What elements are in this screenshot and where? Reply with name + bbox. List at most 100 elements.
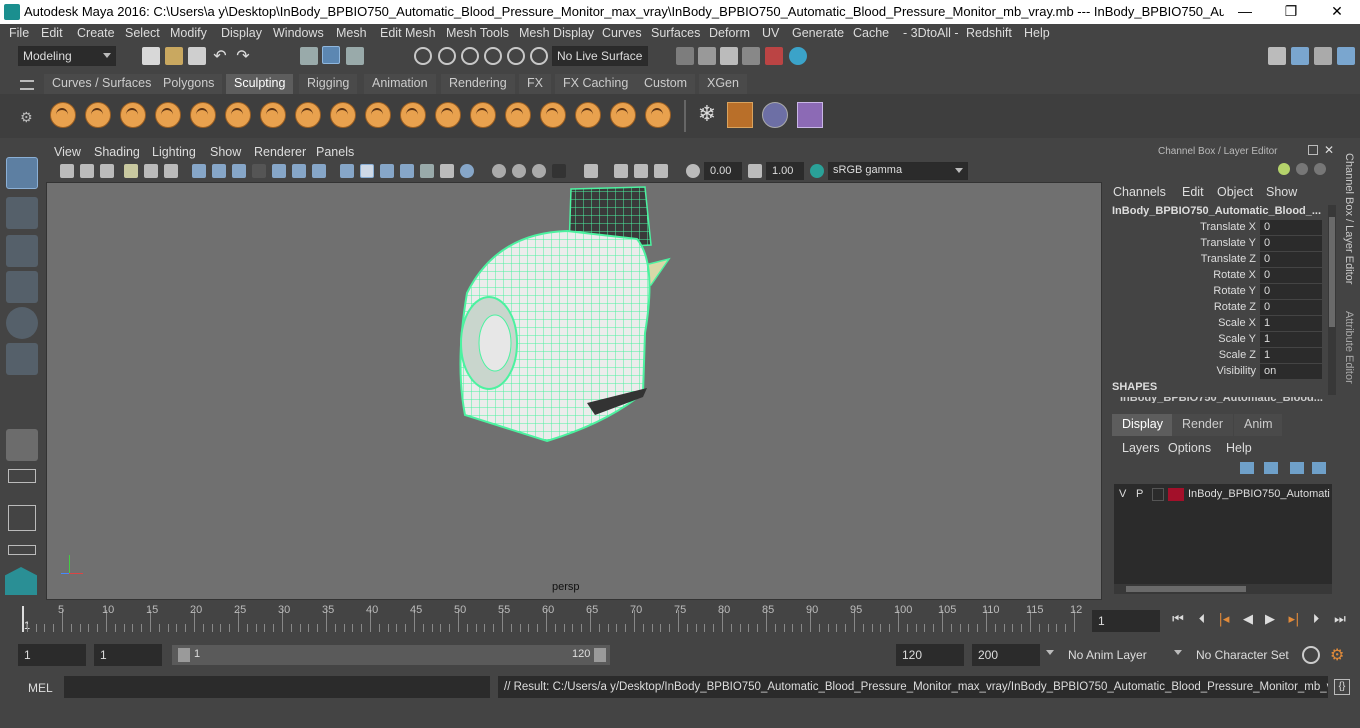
menu-mesh-tools[interactable]: Mesh Tools [446,26,509,40]
snap-grid-icon[interactable] [414,47,432,65]
viewport-menu-lighting[interactable]: Lighting [152,145,196,159]
exposure-icon[interactable] [686,164,700,178]
new-layer-selected-icon[interactable] [1312,462,1326,474]
play-backwards-icon[interactable]: ◀ [1240,612,1256,628]
frame-all-icon[interactable] [654,164,668,178]
shelf-tab-custom[interactable]: Custom [636,74,696,94]
shelf-tab-fx[interactable]: FX [519,74,551,94]
ambient-occlusion-icon[interactable] [512,164,526,178]
snap-point-icon[interactable] [461,47,479,65]
range-end-handle[interactable] [594,648,606,662]
menu-edit-mesh[interactable]: Edit Mesh [380,26,436,40]
show-menu[interactable]: Show [1266,185,1297,199]
gamma-field[interactable]: 1.00 [766,162,804,180]
camera-attributes-icon[interactable] [80,164,94,178]
step-back-frame-icon[interactable]: ⏴ [1194,612,1210,628]
playback-start-field[interactable]: 1 [94,644,162,666]
fill-tool-icon[interactable] [470,102,496,128]
script-language-label[interactable]: MEL [28,681,53,695]
menu-file[interactable]: File [9,26,29,40]
shelf-tab-rigging[interactable]: Rigging [299,74,358,94]
isolate-select-icon[interactable] [492,164,506,178]
tab-display[interactable]: Display [1112,414,1173,436]
menu-generate[interactable]: Generate [792,26,844,40]
menu-edit[interactable]: Edit [41,26,63,40]
rotate-tool-icon[interactable] [6,307,38,339]
go-to-end-icon[interactable]: ⏭ [1332,612,1348,628]
bookmark-icon[interactable] [100,164,114,178]
attr-scale-z[interactable]: Scale Z1 [1106,348,1328,364]
move-tool-icon[interactable] [6,271,38,303]
viewport-menu-show[interactable]: Show [210,145,241,159]
convert-to-frozen-icon[interactable] [727,102,753,128]
safe-title-icon[interactable] [312,164,326,178]
character-set-dropdown[interactable]: No Character Set [1190,644,1294,666]
anim-layer-chevron-icon[interactable] [1046,650,1054,655]
freeze-snowflake-icon[interactable]: ❄ [694,102,720,128]
wireframe-icon[interactable] [340,164,354,178]
channels-menu[interactable]: Channels [1113,185,1166,199]
smooth-tool-icon[interactable] [85,102,111,128]
menu-display[interactable]: Display [221,26,262,40]
options-menu[interactable]: Options [1168,441,1211,455]
menu-redshift[interactable]: Redshift [966,26,1012,40]
step-forward-key-icon[interactable]: ▸| [1286,612,1302,628]
motion-blur-icon[interactable] [532,164,546,178]
camera-icon[interactable] [60,164,74,178]
select-component-icon[interactable] [346,47,364,65]
new-scene-icon[interactable] [142,47,160,65]
render-settings-icon[interactable] [676,47,694,65]
viewport-menu-view[interactable]: View [54,145,81,159]
render-view-icon[interactable] [742,47,760,65]
shelf-tab-rendering[interactable]: Rendering [441,74,515,94]
key-icon[interactable] [1278,163,1290,175]
color-management-icon[interactable] [810,164,824,178]
scale-tool-icon[interactable] [6,343,38,375]
knife-tool-icon[interactable] [505,102,531,128]
play-forwards-icon[interactable]: ▶ [1262,612,1278,628]
render-frame-icon[interactable] [698,47,716,65]
grid-display-icon[interactable] [192,164,206,178]
attr-translate-y[interactable]: Translate Y0 [1106,236,1328,252]
attr-rotate-x[interactable]: Rotate X0 [1106,268,1328,284]
shelf-tab-animation[interactable]: Animation [364,74,436,94]
float-panel-icon[interactable] [1308,145,1318,155]
character-set-chevron-icon[interactable] [1174,650,1182,655]
menu-modify[interactable]: Modify [170,26,207,40]
menu-windows[interactable]: Windows [273,26,324,40]
viewport-menu-shading[interactable]: Shading [94,145,140,159]
foamy-tool-icon[interactable] [260,102,286,128]
depth-of-field-icon[interactable] [584,164,598,178]
attribute-editor-icon[interactable] [1291,47,1309,65]
layer-help-menu[interactable]: Help [1226,441,1252,455]
tool-settings-icon[interactable] [1314,47,1332,65]
anti-aliasing-icon[interactable] [552,164,566,178]
tab-render[interactable]: Render [1172,414,1233,436]
use-all-lights-icon[interactable] [420,164,434,178]
attr-translate-z[interactable]: Translate Z0 [1106,252,1328,268]
snap-curve-icon[interactable] [438,47,456,65]
resolution-gate-icon[interactable] [232,164,246,178]
menu-cache[interactable]: Cache [853,26,889,40]
layer-visibility-toggle[interactable]: V [1119,488,1126,500]
2d-pan-zoom-icon[interactable] [164,164,178,178]
close-button[interactable]: ✕ [1314,0,1360,24]
attr-scale-y[interactable]: Scale Y1 [1106,332,1328,348]
script-editor-icon[interactable]: {} [1334,679,1350,695]
repeat-tool-icon[interactable] [330,102,356,128]
live-surface-field[interactable]: No Live Surface [552,46,648,66]
redo-icon[interactable]: ↷ [234,47,252,65]
animation-end-field[interactable]: 200 [972,644,1040,666]
menu-help[interactable]: Help [1024,26,1050,40]
menu-deform[interactable]: Deform [709,26,750,40]
maximize-button[interactable]: ❐ [1268,0,1314,24]
menu-select[interactable]: Select [125,26,160,40]
new-layer-icon[interactable] [1290,462,1304,474]
freeze-tool-icon[interactable] [645,102,671,128]
tab-anim[interactable]: Anim [1234,414,1283,436]
bulge-tool-icon[interactable] [575,102,601,128]
attribute-editor-side-tab[interactable]: Attribute Editor [1343,311,1355,384]
scrape-tool-icon[interactable] [435,102,461,128]
redshift-render-icon[interactable] [765,47,783,65]
redshift-ipr-icon[interactable] [789,47,807,65]
